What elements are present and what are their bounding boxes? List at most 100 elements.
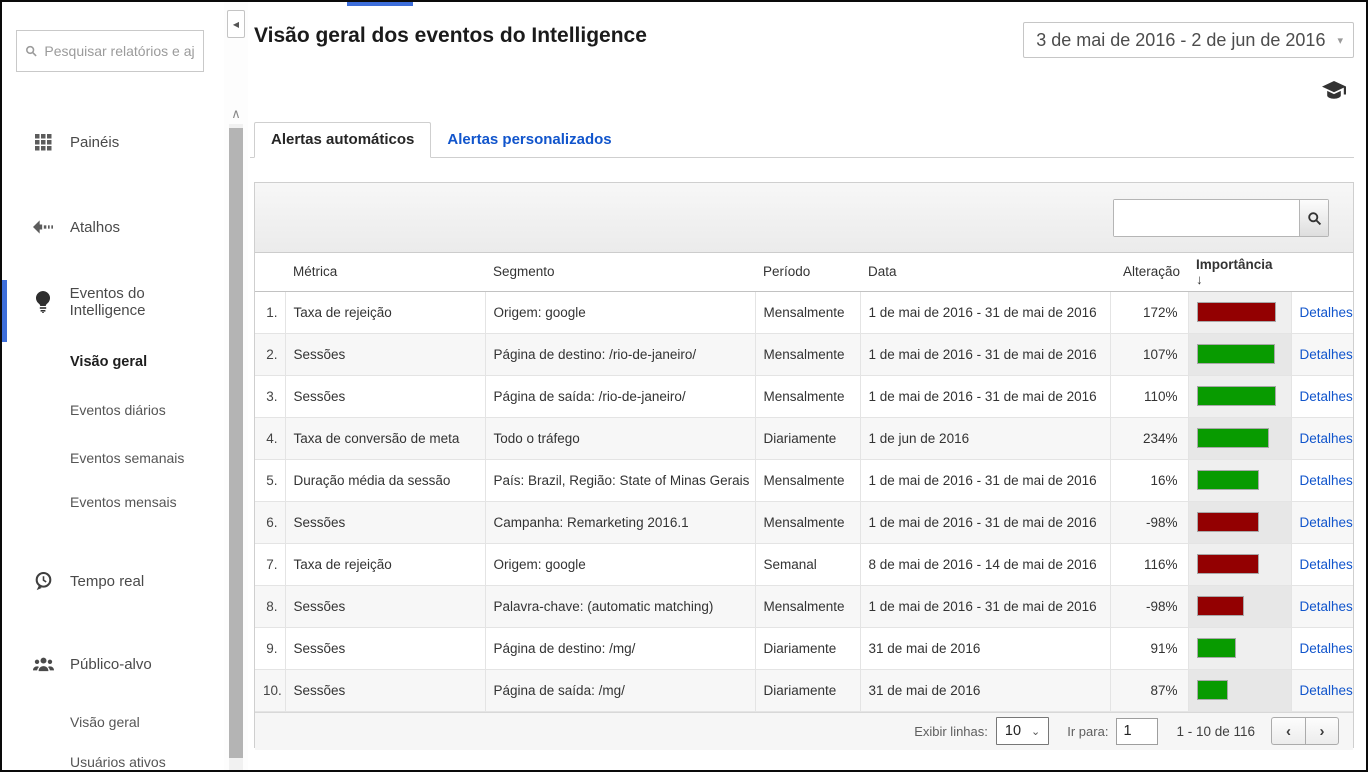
prev-page-button[interactable]: ‹	[1271, 717, 1305, 745]
table-row: 3. Sessões Página de saída: /rio-de-jane…	[255, 375, 1353, 417]
details-link[interactable]: Detalhes	[1300, 683, 1353, 698]
row-number: 3.	[255, 375, 285, 417]
sidebar-item-publico-alvo[interactable]: Público-alvo	[2, 647, 222, 681]
sidebar-subitem-usuarios-ativos[interactable]: Usuários ativos	[70, 754, 166, 770]
rows-per-page-select[interactable]: 10 ⌄	[996, 717, 1049, 745]
tab-alertas-automaticos[interactable]: Alertas automáticos	[254, 122, 431, 158]
importance-bar	[1197, 302, 1277, 322]
sidebar-item-eventos-intelligence[interactable]: Eventos do Intelligence	[2, 285, 222, 319]
importance-cell	[1188, 291, 1291, 333]
goto-page-label: Ir para:	[1067, 724, 1108, 739]
sidebar-search-input[interactable]	[44, 43, 195, 59]
importance-bar	[1197, 386, 1277, 406]
sidebar-item-atalhos[interactable]: Atalhos	[2, 210, 222, 244]
importance-bar	[1197, 428, 1269, 448]
importance-cell	[1188, 333, 1291, 375]
scrollbar-thumb[interactable]	[229, 128, 243, 758]
col-metrica[interactable]: Métrica	[285, 253, 485, 291]
row-number: 1.	[255, 291, 285, 333]
details-link[interactable]: Detalhes	[1300, 515, 1353, 530]
sidebar-collapse-button[interactable]: ◀	[227, 10, 245, 38]
sidebar-subitem-eventos-mensais[interactable]: Eventos mensais	[70, 494, 177, 510]
segment-cell: Todo o tráfego	[485, 417, 755, 459]
table-row: 7. Taxa de rejeição Origem: google Seman…	[255, 543, 1353, 585]
sidebar-item-tempo-real[interactable]: Tempo real	[2, 564, 222, 598]
sidebar-subitem-eventos-diarios[interactable]: Eventos diários	[70, 402, 166, 418]
table-row: 9. Sessões Página de destino: /mg/ Diari…	[255, 627, 1353, 669]
change-cell: 91%	[1110, 627, 1188, 669]
segment-cell: Origem: google	[485, 543, 755, 585]
dropdown-caret-icon: ▾	[1337, 34, 1343, 47]
row-number: 2.	[255, 333, 285, 375]
importance-cell	[1188, 417, 1291, 459]
table-footer: Exibir linhas: 10 ⌄ Ir para: 1 - 10 de 1…	[255, 712, 1353, 750]
scroll-up-arrow[interactable]: ∧	[224, 106, 248, 122]
sidebar-search-box[interactable]	[16, 30, 204, 72]
period-cell: Mensalmente	[755, 459, 860, 501]
alerts-table-card: Métrica Segmento Período Data Alteração …	[254, 182, 1354, 748]
table-row: 8. Sessões Palavra-chave: (automatic mat…	[255, 585, 1353, 627]
table-search-input[interactable]	[1114, 200, 1299, 236]
sort-desc-icon: ↓	[1196, 272, 1203, 287]
change-cell: 16%	[1110, 459, 1188, 501]
period-cell: Diariamente	[755, 627, 860, 669]
search-icon	[25, 44, 37, 58]
details-link[interactable]: Detalhes	[1300, 599, 1353, 614]
col-number	[255, 253, 285, 291]
row-number: 10.	[255, 669, 285, 711]
metric-cell: Sessões	[285, 669, 485, 711]
sidebar-item-label: Tempo real	[70, 573, 144, 590]
next-page-button[interactable]: ›	[1305, 717, 1339, 745]
table-body: 1. Taxa de rejeição Origem: google Mensa…	[255, 291, 1353, 711]
segment-cell: Origem: google	[485, 291, 755, 333]
col-data[interactable]: Data	[860, 253, 1110, 291]
scrollbar-track[interactable]	[229, 124, 243, 770]
sidebar-scroll-strip: ◀ ∧	[224, 2, 248, 770]
pager: ‹ ›	[1271, 717, 1339, 745]
details-link[interactable]: Detalhes	[1300, 641, 1353, 656]
row-number: 7.	[255, 543, 285, 585]
tab-alertas-personalizados[interactable]: Alertas personalizados	[431, 123, 627, 157]
details-cell: Detalhes	[1291, 585, 1353, 627]
details-link[interactable]: Detalhes	[1300, 347, 1353, 362]
metric-cell: Sessões	[285, 375, 485, 417]
details-cell: Detalhes	[1291, 543, 1353, 585]
table-search-button[interactable]	[1299, 200, 1328, 236]
table-row: 1. Taxa de rejeição Origem: google Mensa…	[255, 291, 1353, 333]
metric-cell: Taxa de conversão de meta	[285, 417, 485, 459]
sidebar-subitem-publico-visao-geral[interactable]: Visão geral	[70, 714, 140, 730]
sidebar-item-paineis[interactable]: Painéis	[2, 125, 222, 159]
details-cell: Detalhes	[1291, 291, 1353, 333]
importance-cell	[1188, 627, 1291, 669]
col-alteracao[interactable]: Alteração	[1110, 253, 1188, 291]
details-link[interactable]: Detalhes	[1300, 431, 1353, 446]
date-range-selector[interactable]: 3 de mai de 2016 - 2 de jun de 2016 ▾	[1023, 22, 1354, 58]
period-cell: Diariamente	[755, 669, 860, 711]
importance-bar	[1197, 680, 1229, 700]
details-cell: Detalhes	[1291, 417, 1353, 459]
metric-cell: Taxa de rejeição	[285, 291, 485, 333]
intelligence-gradcap-icon[interactable]	[1322, 80, 1346, 107]
table-search-box	[1113, 199, 1329, 237]
shortcuts-arrow-icon	[32, 220, 54, 234]
col-segmento[interactable]: Segmento	[485, 253, 755, 291]
col-importancia[interactable]: Importância ↓	[1188, 253, 1291, 291]
details-link[interactable]: Detalhes	[1300, 389, 1353, 404]
sidebar-subitem-eventos-semanais[interactable]: Eventos semanais	[70, 450, 184, 466]
importance-bar	[1197, 470, 1260, 490]
row-number: 6.	[255, 501, 285, 543]
importance-cell	[1188, 375, 1291, 417]
period-cell: Mensalmente	[755, 375, 860, 417]
metric-cell: Sessões	[285, 501, 485, 543]
period-cell: Mensalmente	[755, 291, 860, 333]
sidebar-subitem-visao-geral[interactable]: Visão geral	[70, 354, 147, 370]
sidebar-item-label: Painéis	[70, 134, 119, 151]
table-header-row: Métrica Segmento Período Data Alteração …	[255, 253, 1353, 291]
goto-page-input[interactable]	[1116, 718, 1158, 745]
details-link[interactable]: Detalhes	[1300, 305, 1353, 320]
details-link[interactable]: Detalhes	[1300, 473, 1353, 488]
col-periodo[interactable]: Período	[755, 253, 860, 291]
period-cell: Mensalmente	[755, 333, 860, 375]
details-link[interactable]: Detalhes	[1300, 557, 1353, 572]
details-cell: Detalhes	[1291, 669, 1353, 711]
